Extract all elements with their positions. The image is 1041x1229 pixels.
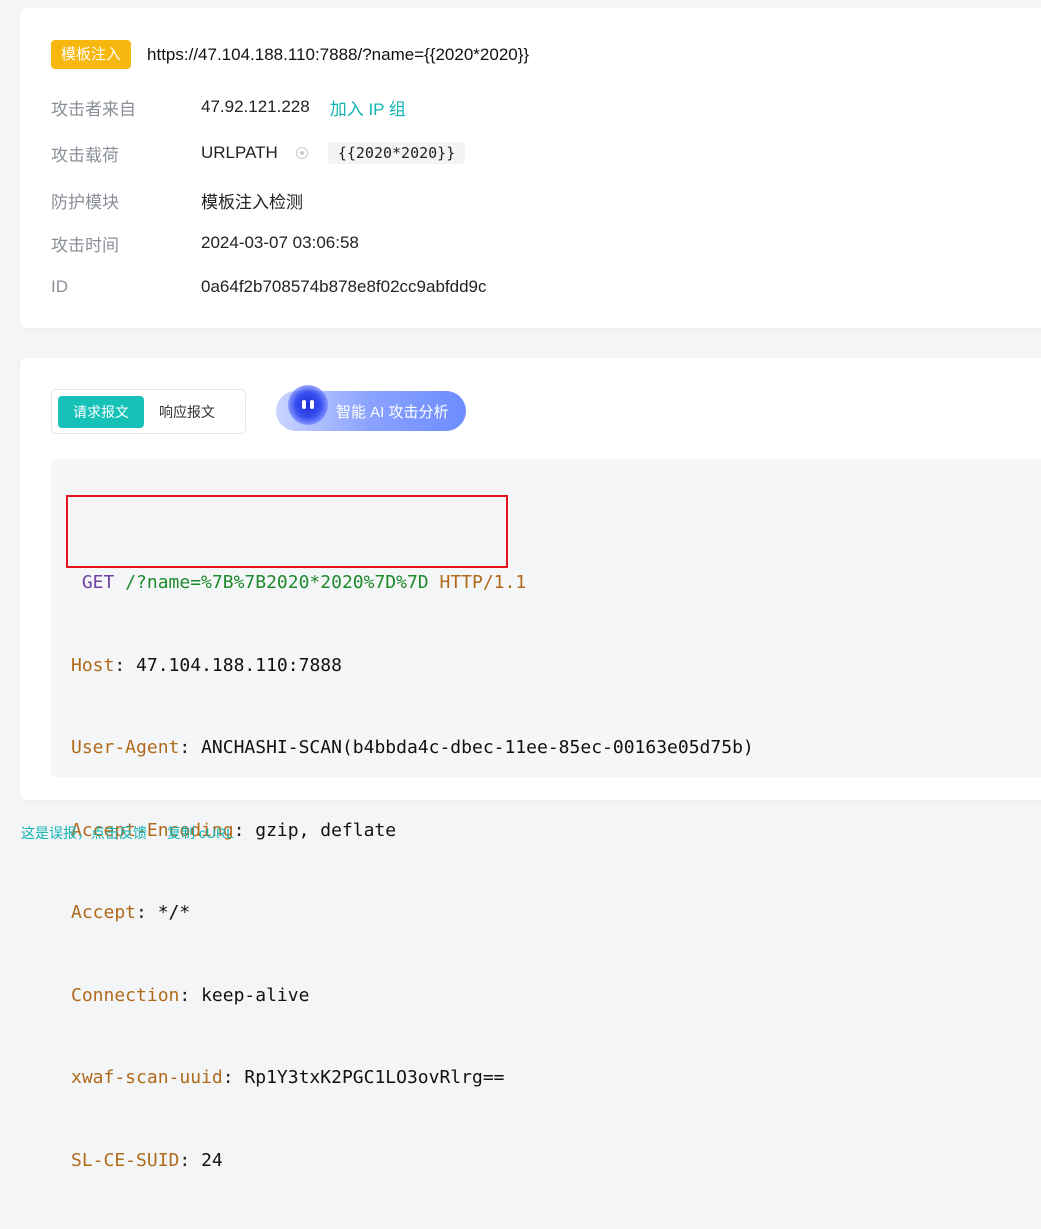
header-line: Accept: */* — [71, 902, 191, 923]
attack-url: https://47.104.188.110:7888/?name={{2020… — [147, 44, 530, 64]
info-row-payload: 攻击载荷 URLPATH {{2020*2020}} — [51, 141, 466, 165]
module-value: 模板注入检测 — [201, 192, 303, 212]
attack-header: 模板注入 https://47.104.188.110:7888/?name={… — [51, 40, 529, 69]
footer-links: 这是误报，点击反馈 复制 cURL — [21, 823, 234, 843]
info-row-id: ID 0a64f2b708574b878e8f02cc9abfdd9c — [51, 275, 487, 299]
header-line: Connection: keep-alive — [71, 984, 310, 1006]
payload-label: 攻击载荷 — [51, 145, 119, 165]
request-packet-code: GET /?name=%7B%7B2020*2020%7D%7D HTTP/1.… — [51, 459, 1041, 1171]
header-line: User-Agent: ANCHASHI-SCAN(b4bbda4c-dbec-… — [71, 737, 754, 758]
header-value: ANCHASHI-SCAN(b4bbda4c-dbec-11ee-85ec-00… — [201, 737, 754, 758]
info-row-source: 攻击者来自 47.92.121.228 加入 IP 组 — [51, 95, 406, 119]
attack-type-badge: 模板注入 — [51, 40, 132, 69]
header-key: Accept — [71, 902, 137, 923]
source-label: 攻击者来自 — [51, 99, 136, 119]
header-value: 24 — [201, 1149, 223, 1171]
header-value: */* — [157, 902, 191, 923]
false-positive-feedback-link[interactable]: 这是误报，点击反馈 — [21, 823, 147, 843]
request-line: GET /?name=%7B%7B2020*2020%7D%7D HTTP/1.… — [71, 569, 754, 597]
time-label: 攻击时间 — [51, 235, 119, 255]
source-ip: 47.92.121.228 — [201, 97, 310, 116]
highlight-annotation-box — [66, 495, 508, 568]
packet-card: 请求报文 响应报文 智能 AI 攻击分析 GET /?name=%7B%7B20… — [20, 358, 1041, 1171]
header-line: xwaf-scan-uuid: Rp1Y3txK2PGC1LO3ovRlrg== — [71, 1067, 505, 1088]
request-method: GET — [81, 572, 115, 593]
request-protocol: HTTP/1.1 — [439, 572, 527, 593]
info-row-module: 防护模块 模板注入检测 — [51, 188, 303, 212]
tab-response[interactable]: 响应报文 — [144, 396, 230, 428]
copy-curl-link[interactable]: 复制 cURL — [167, 823, 234, 843]
request-path: /?name=%7B%7B2020*2020%7D%7D — [125, 572, 429, 593]
attack-info-card: 模板注入 https://47.104.188.110:7888/?name={… — [20, 8, 1041, 328]
ai-robot-icon — [288, 385, 328, 425]
add-ip-group-link[interactable]: 加入 IP 组 — [330, 95, 406, 120]
ai-analysis-label: 智能 AI 攻击分析 — [336, 403, 449, 421]
id-value: 0a64f2b708574b878e8f02cc9abfdd9c — [201, 277, 487, 296]
header-key: Connection — [71, 984, 180, 1006]
packet-tab-switch: 请求报文 响应报文 — [51, 389, 246, 434]
info-row-time: 攻击时间 2024-03-07 03:06:58 — [51, 231, 359, 255]
header-value: keep-alive — [201, 984, 310, 1006]
id-label: ID — [51, 277, 68, 296]
header-line: Host: 47.104.188.110:7888 — [71, 654, 342, 676]
time-value: 2024-03-07 03:06:58 — [201, 233, 359, 252]
header-key: User-Agent — [71, 737, 180, 758]
ai-analysis-button[interactable]: 智能 AI 攻击分析 — [276, 385, 466, 431]
tab-request[interactable]: 请求报文 — [58, 395, 144, 428]
header-key: xwaf-scan-uuid — [71, 1067, 223, 1088]
payload-location: URLPATH — [201, 143, 278, 162]
request-lines: GET /?name=%7B%7B2020*2020%7D%7D HTTP/1.… — [71, 514, 754, 1229]
header-key: SL-CE-SUID — [71, 1149, 180, 1171]
header-key: Host — [71, 654, 115, 676]
header-line: SL-CE-SUID: 24 — [71, 1149, 223, 1171]
header-value: gzip, deflate — [255, 819, 397, 841]
target-icon[interactable] — [295, 147, 308, 159]
payload-value: {{2020*2020}} — [327, 142, 466, 164]
module-label: 防护模块 — [51, 192, 119, 212]
header-value: 47.104.188.110:7888 — [136, 654, 342, 676]
header-value: Rp1Y3txK2PGC1LO3ovRlrg== — [244, 1067, 505, 1088]
